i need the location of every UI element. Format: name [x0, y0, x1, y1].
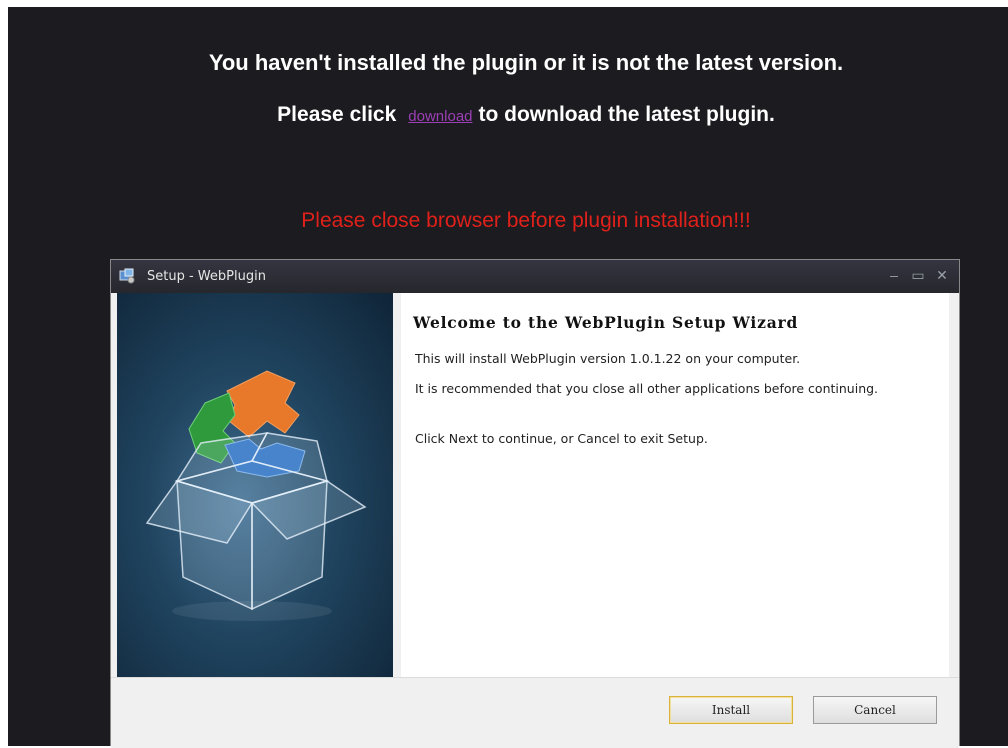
- wizard-side-banner: [117, 293, 393, 677]
- dialog-title: Setup - WebPlugin: [147, 269, 266, 284]
- puzzle-box-illustration: [145, 370, 367, 621]
- install-info-text: This will install WebPlugin version 1.0.…: [415, 351, 801, 366]
- plugin-missing-message: You haven't installed the plugin or it i…: [208, 50, 844, 75]
- download-instruction: Please click download to download the late…: [8, 103, 1008, 127]
- cancel-button[interactable]: Cancel: [813, 696, 937, 724]
- instruction-suffix: to download the latest plugin.: [478, 103, 775, 126]
- dialog-titlebar[interactable]: Setup - WebPlugin – ▭ ✕: [111, 260, 959, 293]
- wizard-heading: Welcome to the WebPlugin Setup Wizard: [413, 313, 799, 332]
- close-browser-warning: Please close browser before plugin insta…: [301, 209, 751, 232]
- close-button[interactable]: ✕: [932, 266, 952, 284]
- download-link[interactable]: download: [408, 108, 472, 125]
- recommendation-text: It is recommended that you close all oth…: [415, 381, 879, 396]
- continue-instruction-text: Click Next to continue, or Cancel to exi…: [415, 431, 708, 446]
- maximize-button[interactable]: ▭: [908, 266, 928, 284]
- install-button[interactable]: Install: [669, 696, 793, 724]
- setup-app-icon: [119, 268, 135, 284]
- minimize-button[interactable]: –: [884, 266, 904, 284]
- wizard-content: Welcome to the WebPlugin Setup Wizard Th…: [401, 293, 949, 677]
- setup-dialog: Setup - WebPlugin – ▭ ✕ Welcome to the W…: [110, 259, 960, 748]
- instruction-prefix: Please click: [277, 103, 397, 126]
